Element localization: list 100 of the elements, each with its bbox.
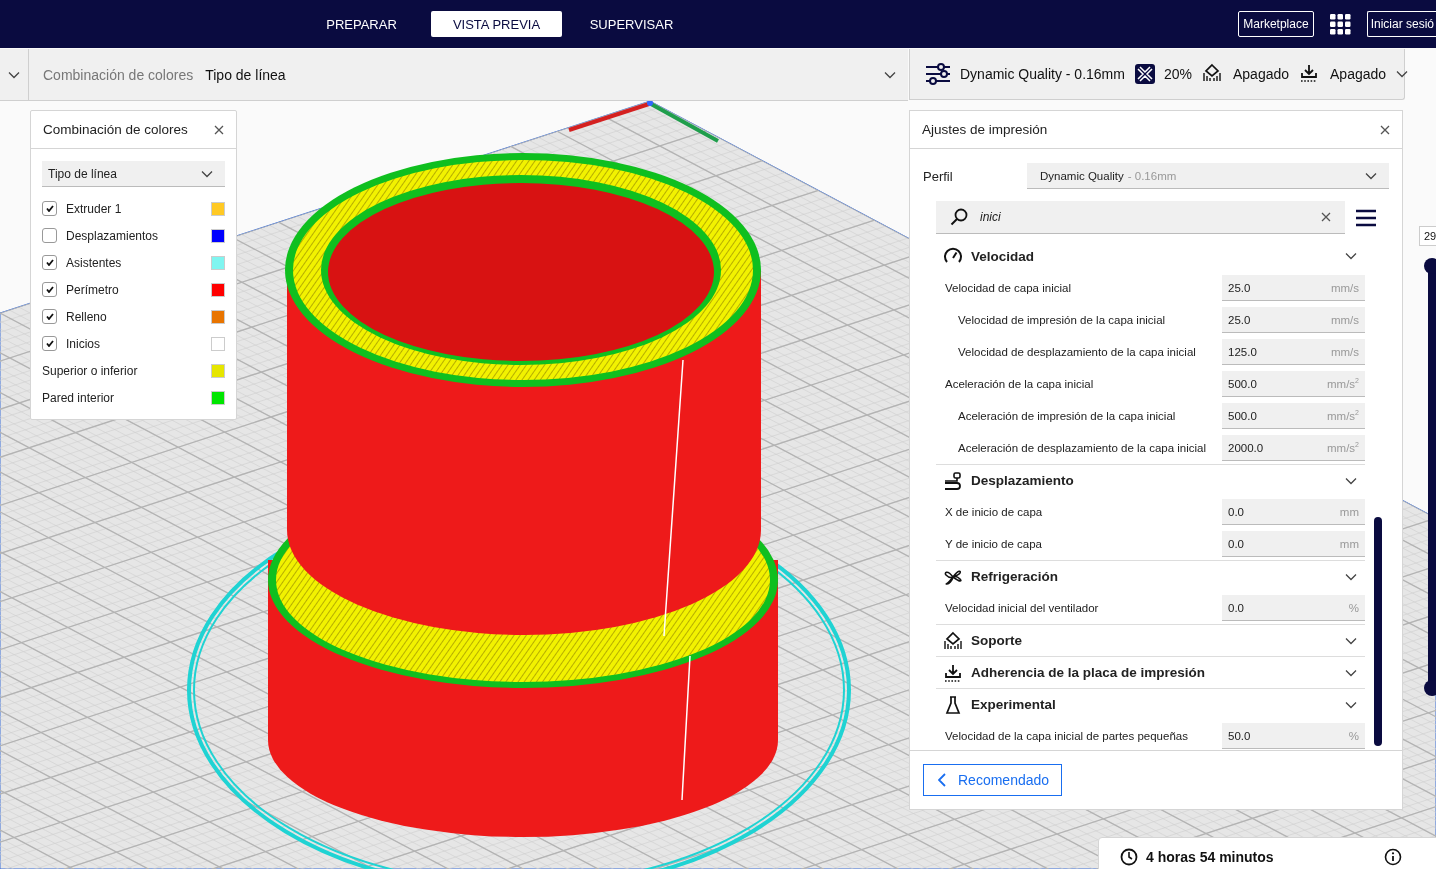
search-field[interactable]: inici <box>936 201 1345 234</box>
setting-field[interactable]: 0.0 mm <box>1222 499 1365 525</box>
check-icon <box>45 205 54 212</box>
color-scheme-label: Combinación de colores <box>43 66 194 83</box>
chevron-icon <box>1345 572 1357 581</box>
print-time: 4 horas 54 minutos <box>1146 849 1274 865</box>
setting-label: Velocidad de desplazamiento de la capa inicial <box>958 346 1196 358</box>
line-type-dropdown[interactable]: Tipo de línea <box>42 161 225 187</box>
chevron-icon <box>1396 70 1409 78</box>
setting-field[interactable]: 25.0 mm/s <box>1222 275 1365 301</box>
setting-field[interactable]: 0.0 mm <box>1222 531 1365 557</box>
slider-handle[interactable] <box>1424 680 1436 696</box>
chevron-icon <box>1365 171 1377 180</box>
setting-field[interactable]: 25.0 mm/s <box>1222 307 1365 333</box>
category-title: Experimental <box>971 697 1056 712</box>
chevron-icon <box>1345 668 1357 677</box>
setting-label: Velocidad de impresión de la capa inicial <box>958 314 1166 326</box>
support-summary: Apagado <box>1232 66 1290 82</box>
profile-summary: Dynamic Quality - 0.16mm <box>960 66 1125 82</box>
sliders-icon <box>925 63 951 85</box>
stage-tab[interactable]: PREPARAR <box>296 11 427 37</box>
category-title: Adherencia de la placa de impresión <box>971 665 1206 680</box>
unit-label: mm <box>1339 505 1359 518</box>
checkbox[interactable] <box>42 282 57 297</box>
setting-field[interactable]: 500.0 mm/s$^{2}$ <box>1222 403 1365 429</box>
apps-grid-icon[interactable] <box>1329 13 1351 35</box>
legend-label: Perímetro <box>66 282 119 297</box>
recommended-button[interactable]: Recomendado <box>923 764 1063 796</box>
profile-name: Dynamic Quality <box>1040 169 1124 182</box>
close-icon[interactable] <box>1321 212 1331 222</box>
check-icon <box>45 313 54 320</box>
setting-field[interactable]: 500.0 mm/s$^{2}$ <box>1222 371 1365 397</box>
field-value: 25.0 <box>1228 313 1251 326</box>
legend-label: Asistentes <box>66 255 122 270</box>
legend-label: Desplazamientos <box>66 228 159 243</box>
travel-icon <box>943 470 963 491</box>
support-icon <box>943 630 963 651</box>
close-icon[interactable] <box>214 124 224 135</box>
color-scheme-value[interactable]: Tipo de línea <box>205 66 286 83</box>
setting-field[interactable]: 0.0 % <box>1222 595 1365 621</box>
checkbox[interactable] <box>42 336 57 351</box>
setting-label: Velocidad de capa inicial <box>945 282 1071 294</box>
setting-label: Aceleración de desplazamiento de la capa inicial <box>958 442 1207 454</box>
stage-tab[interactable]: VISTA PREVIA <box>431 11 562 37</box>
category-header[interactable]: Velocidad <box>936 240 1365 272</box>
category-header[interactable]: Desplazamiento <box>936 464 1365 496</box>
profile-detail: - 0.16mm <box>1127 169 1177 182</box>
adhesion-icon <box>943 662 963 683</box>
category-header[interactable]: Refrigeración <box>936 560 1365 592</box>
unit-label: mm <box>1339 537 1359 550</box>
unit-label: % <box>1348 729 1359 742</box>
field-value: 0.0 <box>1228 601 1244 614</box>
chevron-icon <box>1345 636 1357 645</box>
legend-label: Inicios <box>66 336 100 351</box>
panel-title: Combinación de colores <box>43 122 188 137</box>
chevron-icon <box>1345 252 1357 260</box>
field-value: 0.0 <box>1228 505 1244 518</box>
search-icon <box>950 208 968 226</box>
chevron-icon <box>884 70 896 79</box>
stage-tab[interactable]: SUPERVISAR <box>566 11 697 37</box>
search-value: inici <box>980 210 1001 224</box>
scrollbar[interactable] <box>1374 517 1382 746</box>
sign-in-button[interactable]: Iniciar sesió <box>1366 11 1436 37</box>
infill-summary: 20% <box>1163 66 1192 82</box>
category-header[interactable]: Soporte <box>936 624 1365 656</box>
field-value: 500.0 <box>1228 409 1257 422</box>
unit-label: % <box>1348 601 1359 614</box>
setting-label: Aceleración de impresión de la capa inicial <box>958 410 1176 422</box>
menu-icon[interactable] <box>1356 208 1376 227</box>
checkbox[interactable] <box>42 309 57 324</box>
setting-field[interactable]: 50.0 % <box>1222 723 1365 749</box>
profile-dropdown[interactable]: Dynamic Quality - 0.16mm <box>1027 163 1389 189</box>
slider-handle[interactable] <box>1424 258 1436 274</box>
legend-label: Extruder 1 <box>66 201 122 216</box>
category-title: Desplazamiento <box>971 473 1074 488</box>
unit-label: mm/s <box>1330 345 1359 358</box>
category-title: Soporte <box>971 633 1022 648</box>
unit-label: mm/s <box>1330 281 1359 294</box>
checkbox[interactable] <box>42 201 57 216</box>
category-header[interactable]: Experimental <box>936 688 1365 720</box>
adhesion-summary: Apagado <box>1330 66 1387 82</box>
close-icon[interactable] <box>1380 124 1390 135</box>
marketplace-button[interactable]: Marketplace <box>1238 11 1314 37</box>
setting-field[interactable]: 125.0 mm/s <box>1222 339 1365 365</box>
field-value: 0.0 <box>1228 537 1244 550</box>
field-value: 50.0 <box>1228 729 1251 742</box>
category-title: Velocidad <box>971 248 1035 264</box>
chevron-icon <box>1345 476 1357 485</box>
setting-label: Aceleración de la capa inicial <box>945 378 1094 390</box>
experimental-icon <box>943 694 963 715</box>
setting-field[interactable]: 2000.0 mm/s$^{2}$ <box>1222 435 1365 461</box>
info-icon[interactable] <box>1384 848 1402 866</box>
category-header[interactable]: Adherencia de la placa de impresión <box>936 656 1365 688</box>
legend-label: Relleno <box>66 309 107 324</box>
checkbox[interactable] <box>42 255 57 270</box>
checkbox[interactable] <box>42 228 57 243</box>
check-icon <box>45 340 54 347</box>
category-title: Refrigeración <box>971 569 1059 584</box>
chevron-icon <box>201 169 213 178</box>
check-icon <box>45 286 54 293</box>
